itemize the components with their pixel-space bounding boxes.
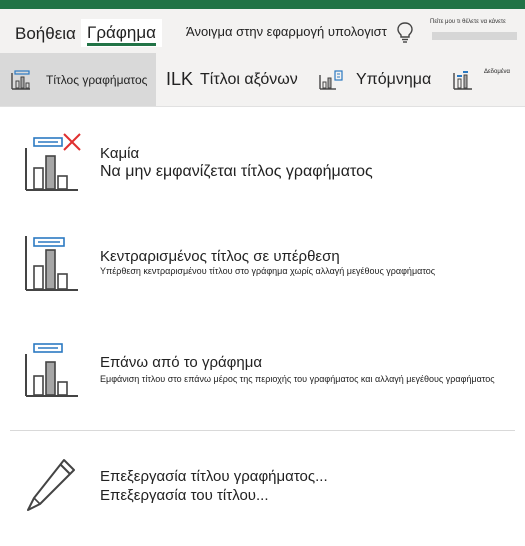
chart-title-label: Τίτλος γραφήματος bbox=[46, 72, 148, 87]
tell-me-search[interactable]: Πείτε μου τι θέλετε να κάνετε bbox=[430, 19, 506, 25]
ribbon-tab-row: Βοήθεια Γράφημα Άνοιγμα στην εφαρμογή υπ… bbox=[0, 9, 525, 53]
chart-ribbon-toolbar: Τίτλος γραφήματος ILK Τίτλοι αξόνων Υπόμ… bbox=[0, 53, 525, 107]
menu-item-above-chart[interactable]: Επάνω από το γράφημα Εμφάνιση τίτλου στο… bbox=[0, 334, 525, 404]
lightbulb-icon[interactable] bbox=[396, 21, 414, 43]
chart-title-icon bbox=[10, 69, 32, 91]
legend-label: Υπόμνημα bbox=[356, 70, 432, 88]
menu-divider bbox=[10, 430, 515, 431]
data-labels-icon bbox=[452, 69, 474, 91]
menu-item-above-title: Επάνω από το γράφημα bbox=[100, 354, 263, 371]
axis-titles-button[interactable]: ILK Τίτλοι αξόνων bbox=[166, 53, 298, 106]
menu-item-above-desc: Εμφάνιση τίτλου στο επάνω μέρος της περι… bbox=[100, 374, 495, 384]
menu-item-none-desc: Να μην εμφανίζεται τίτλος γραφήματος bbox=[100, 163, 373, 180]
axis-titles-icon: ILK bbox=[166, 69, 194, 89]
app-top-bar bbox=[0, 0, 525, 9]
open-in-desktop-app[interactable]: Άνοιγμα στην εφαρμογή υπολογιστ bbox=[186, 24, 387, 39]
chart-title-button[interactable]: Τίτλος γραφήματος bbox=[0, 53, 156, 106]
menu-item-none-title: Καμία bbox=[100, 145, 140, 162]
axis-titles-label: Τίτλοι αξόνων bbox=[200, 70, 298, 88]
menu-item-none[interactable]: Καμία Να μην εμφανίζεται τίτλος γραφήματ… bbox=[0, 128, 525, 198]
tab-help[interactable]: Βοήθεια bbox=[15, 24, 76, 44]
legend-icon bbox=[318, 69, 344, 91]
ribbon-ghost-text bbox=[432, 32, 517, 40]
menu-item-overlay-title: Κεντραρισμένος τίτλος σε υπέρθεση bbox=[100, 248, 340, 265]
chart-title-overlay-icon bbox=[22, 232, 82, 292]
menu-item-edit-title-desc: Επεξεργασία του τίτλου... bbox=[100, 487, 269, 504]
tab-chart[interactable]: Γράφημα bbox=[81, 19, 162, 47]
chart-title-none-icon bbox=[22, 132, 82, 192]
menu-item-edit-title-label: Επεξεργασία τίτλου γραφήματος... bbox=[100, 468, 328, 485]
data-labels-button[interactable]: Δεδομένα bbox=[452, 53, 510, 106]
pencil-icon bbox=[24, 456, 78, 514]
legend-button[interactable]: Υπόμνημα bbox=[318, 53, 431, 106]
menu-item-centered-overlay[interactable]: Κεντραρισμένος τίτλος σε υπέρθεση Υπέρθε… bbox=[0, 228, 525, 298]
data-labels-label: Δεδομένα bbox=[484, 68, 510, 75]
tab-chart-label: Γράφημα bbox=[87, 23, 156, 46]
menu-item-overlay-desc: Υπέρθεση κεντραρισμένου τίτλου στο γράφη… bbox=[100, 266, 436, 276]
chart-title-above-icon bbox=[22, 338, 82, 398]
menu-item-edit-title[interactable]: Επεξεργασία τίτλου γραφήματος... Επεξεργ… bbox=[0, 450, 525, 520]
